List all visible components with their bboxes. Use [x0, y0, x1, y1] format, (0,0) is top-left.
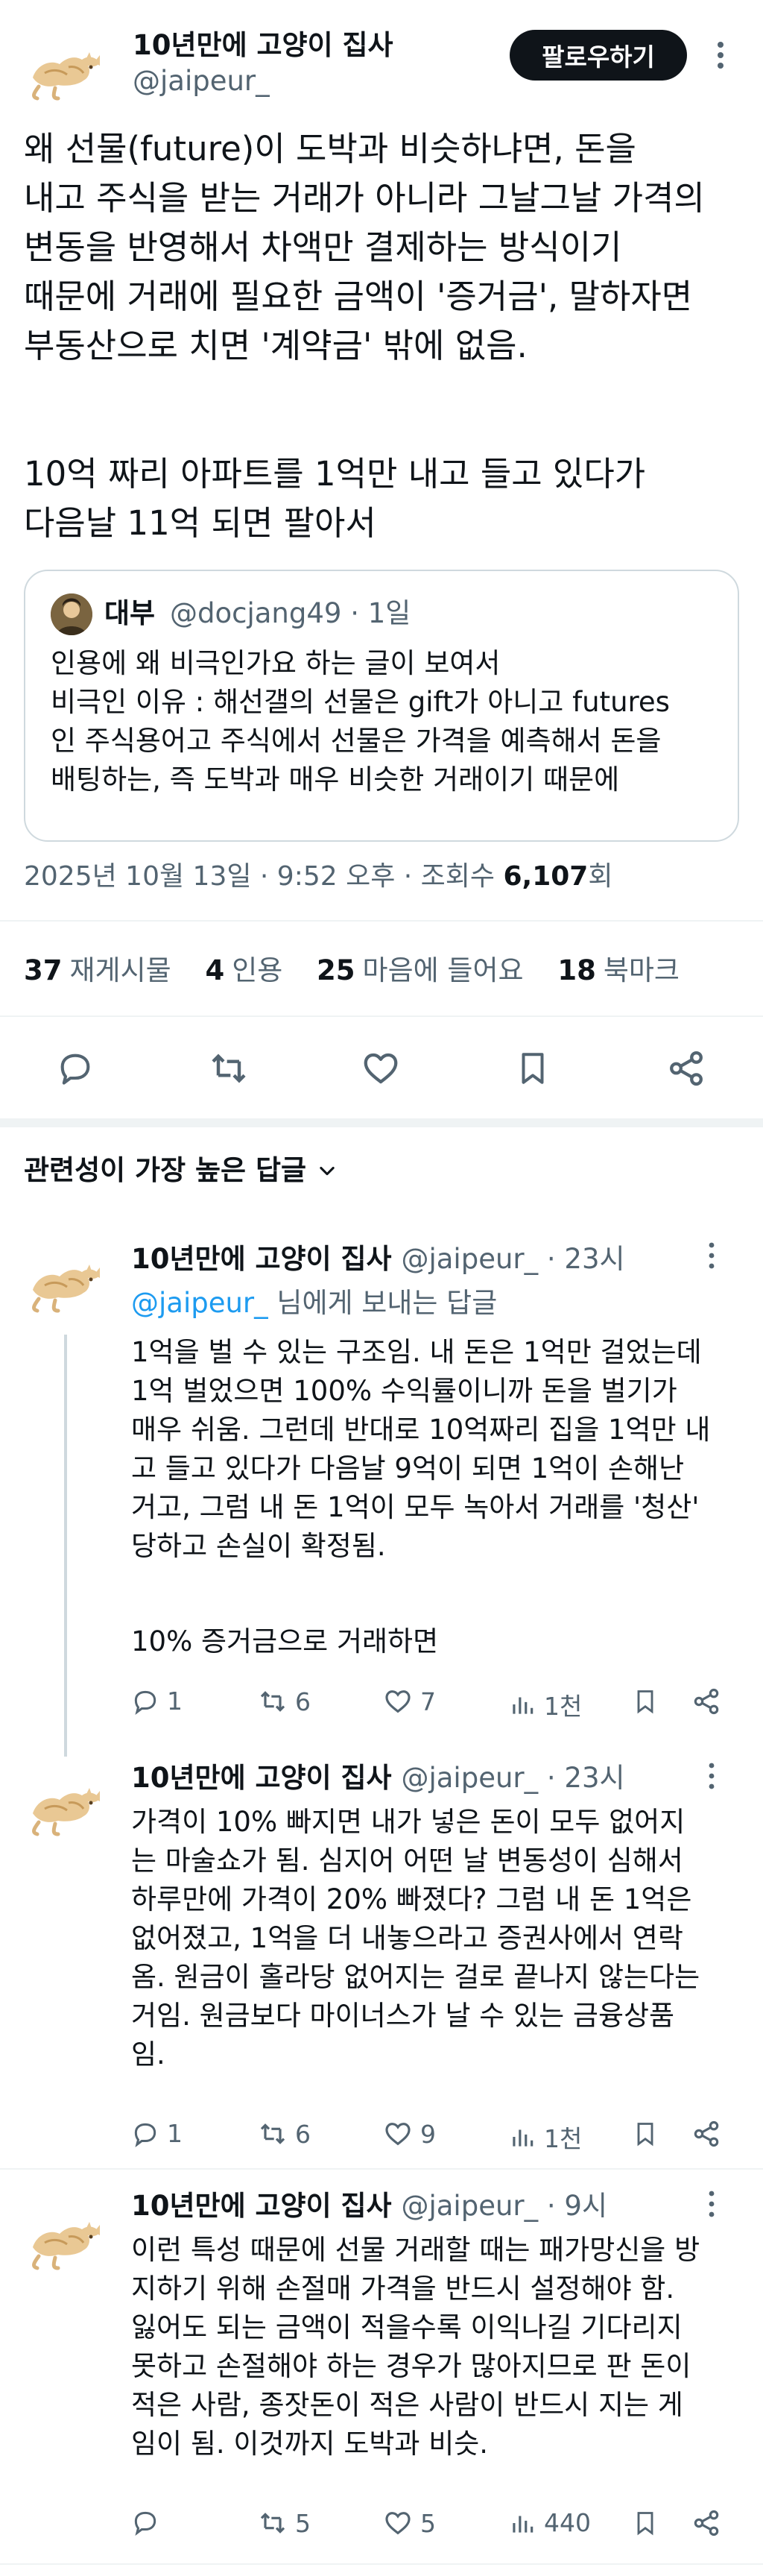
chevron-down-icon — [320, 1166, 335, 1176]
quoted-author-name[interactable]: 대부 — [104, 595, 155, 632]
likes-stat[interactable]: 25 마음에 들어요 — [317, 954, 524, 986]
reply-views-button[interactable]: 1천 — [508, 1687, 582, 1722]
reply-like-button[interactable]: 5 — [383, 2508, 436, 2538]
reply-line: 없어졌고, 1억을 더 내놓으라고 증권사에서 연락 — [131, 1922, 683, 1954]
quoted-line: 인 주식용어고 주식에서 선물은 가격을 예측해서 돈을 — [51, 725, 662, 757]
view-suffix: 회 — [588, 861, 613, 892]
bookmark-icon[interactable] — [632, 2508, 659, 2538]
reply-author[interactable]: 10년만에 고양이 집사 @jaipeur_ · 23시 — [131, 1241, 625, 1278]
reply-line: 는 마술쇼가 됨. 심지어 어떤 날 변동성이 심해서 — [131, 1845, 683, 1877]
author-name[interactable]: 10년만에 고양이 집사 — [133, 27, 393, 64]
post-datetime[interactable]: 2025년 10월 13일 · 9:52 오후 · 조회수 — [24, 861, 503, 892]
reply-avatar[interactable] — [22, 1761, 109, 1848]
reply-line: 1억을 벌 수 있는 구조임. 내 돈은 1억만 걸었는데 — [131, 1336, 702, 1368]
reply-avatar[interactable] — [22, 2195, 109, 2281]
bookmarks-stat[interactable]: 18 북마크 — [557, 954, 680, 986]
reply-line: 매우 쉬움. 그런데 반대로 10억짜리 집을 1억만 내 — [131, 1414, 711, 1446]
reply-line: 10% 증거금으로 거래하면 — [131, 1625, 439, 1657]
reply-to-line: @jaipeur_ 님에게 보내는 답글 — [131, 1287, 498, 1319]
post-line: 10억 짜리 아파트를 1억만 내고 들고 있다가 — [24, 454, 646, 494]
post-line: 다음날 11억 되면 팔아서 — [24, 503, 376, 543]
reply-retweet-button[interactable]: 6 — [258, 2119, 311, 2149]
divider — [0, 920, 763, 922]
reply-line: 가격이 10% 빠지면 내가 넣은 돈이 모두 없어지 — [131, 1806, 686, 1838]
post-line: 부동산으로 치면 '계약금' 밖에 없음. — [24, 326, 528, 365]
reply-handle: @jaipeur_ · 23시 — [401, 1243, 625, 1275]
bookmark-icon[interactable] — [632, 2119, 659, 2149]
reply-line: 적은 사람, 종잣돈이 적은 사람이 반드시 지는 게 — [131, 2389, 683, 2421]
reply-icon[interactable] — [49, 1042, 101, 1095]
reply-line: 못하고 손절해야 하는 경우가 많아지므로 판 돈이 — [131, 2350, 691, 2382]
reply-like-button[interactable]: 7 — [383, 1687, 436, 1716]
reply-line: 지하기 위해 손절매 가격을 반드시 설정해야 함. — [131, 2273, 675, 2305]
more-options-icon[interactable] — [708, 1241, 730, 1278]
reply-views-button[interactable]: 440 — [508, 2508, 591, 2537]
more-options-icon[interactable] — [708, 2189, 730, 2226]
quoted-author-handle[interactable]: @docjang49 · 1일 — [170, 595, 411, 632]
author-avatar[interactable] — [22, 25, 109, 112]
reply-line: 옴. 원금이 홀라당 없어지는 걸로 끝나지 않는다는 — [131, 1961, 700, 1993]
reply-line: 고 들고 있다가 다음날 9억이 되면 1억이 손해난 — [131, 1452, 685, 1484]
reply-line: 하루만에 가격이 20% 빠졌다? 그럼 내 돈 1억은 — [131, 1883, 692, 1915]
bookmark-icon[interactable] — [632, 1687, 659, 1716]
quotes-stat[interactable]: 4 인용 — [205, 954, 282, 986]
reply-line: 거고, 그럼 내 돈 1억이 모두 녹아서 거래를 '청산' — [131, 1491, 700, 1523]
retweet-icon[interactable] — [203, 1042, 255, 1095]
divider — [0, 2168, 763, 2170]
more-options-icon[interactable] — [708, 1761, 730, 1798]
share-icon[interactable] — [660, 1042, 712, 1095]
engagement-stats: 37 재게시물 4 인용 25 마음에 들어요 18 북마크 — [24, 948, 680, 993]
share-icon[interactable] — [691, 2119, 721, 2149]
divider — [0, 2563, 763, 2565]
follow-button[interactable]: 팔로우하기 — [510, 30, 687, 81]
reply-retweet-button[interactable]: 6 — [258, 1687, 311, 1716]
post-line: 변동을 반영해서 차액만 결제하는 방식이기 — [24, 227, 622, 267]
reply-line: 임이 됨. 이것까지 도박과 비슷. — [131, 2428, 489, 2460]
quoted-line: 비극인 이유 : 해선갤의 선물은 gift가 아니고 futures — [51, 686, 670, 718]
reply-avatar[interactable] — [22, 1238, 109, 1324]
reply-line: 이런 특성 때문에 선물 거래할 때는 패가망신을 방 — [131, 2234, 700, 2266]
share-icon[interactable] — [691, 1687, 721, 1716]
quoted-line: 배팅하는, 즉 도박과 매우 비슷한 거래이기 때문에 — [51, 763, 620, 796]
reply-line: 당하고 손실이 확정됨. — [131, 1530, 386, 1562]
reply-reply-button[interactable]: 1 — [131, 2119, 183, 2148]
reply-handle: @jaipeur_ · 9시 — [401, 2190, 607, 2222]
share-icon[interactable] — [691, 2508, 721, 2538]
reply-author[interactable]: 10년만에 고양이 집사 @jaipeur_ · 23시 — [131, 1760, 625, 1797]
post-line: 왜 선물(future)이 도박과 비슷하냐면, 돈을 — [24, 129, 636, 169]
author-handle[interactable]: @jaipeur_ — [133, 63, 270, 100]
post-meta: 2025년 10월 13일 · 9:52 오후 · 조회수 6,107회 — [24, 854, 612, 899]
quoted-avatar[interactable] — [51, 593, 92, 635]
reply-reply-button[interactable] — [131, 2508, 167, 2536]
post-line: 때문에 거래에 필요한 금액이 '증거금', 말하자면 — [24, 277, 693, 316]
reply-line: 거임. 원금보다 마이너스가 날 수 있는 금융상품 — [131, 2000, 675, 2032]
divider — [0, 1015, 763, 1017]
quoted-line: 인용에 왜 비극인가요 하는 글이 보여서 — [51, 647, 501, 679]
reply-views-button[interactable]: 1천 — [508, 2119, 582, 2155]
bookmark-icon[interactable] — [507, 1042, 559, 1095]
more-options-icon[interactable] — [703, 33, 738, 78]
like-icon[interactable] — [355, 1042, 407, 1095]
reply-retweet-button[interactable]: 5 — [258, 2508, 311, 2538]
reply-line: 1억 벌었으면 100% 수익률이니까 돈을 벌기가 — [131, 1375, 677, 1407]
thread-line — [64, 1335, 67, 1757]
reply-author[interactable]: 10년만에 고양이 집사 @jaipeur_ · 9시 — [131, 2188, 607, 2225]
reply-reply-button[interactable]: 1 — [131, 1687, 183, 1716]
reply-line: 잃어도 되는 금액이 적을수록 이익나길 기다리지 — [131, 2311, 683, 2343]
reply-sort-dropdown[interactable]: 관련성이 가장 높은 답글 — [24, 1151, 338, 1190]
retweets-stat[interactable]: 37 재게시물 — [24, 954, 171, 986]
reply-handle: @jaipeur_ · 23시 — [401, 1762, 625, 1794]
reply-to-handle[interactable]: @jaipeur_ — [131, 1287, 268, 1319]
view-count: 6,107 — [503, 861, 589, 892]
section-divider — [0, 1118, 763, 1127]
post-line: 내고 주식을 받는 거래가 아니라 그날그날 가격의 — [24, 178, 705, 218]
reply-line: 임. — [131, 2038, 165, 2070]
reply-like-button[interactable]: 9 — [383, 2119, 436, 2149]
reply-sort-label: 관련성이 가장 높은 답글 — [24, 1154, 307, 1186]
